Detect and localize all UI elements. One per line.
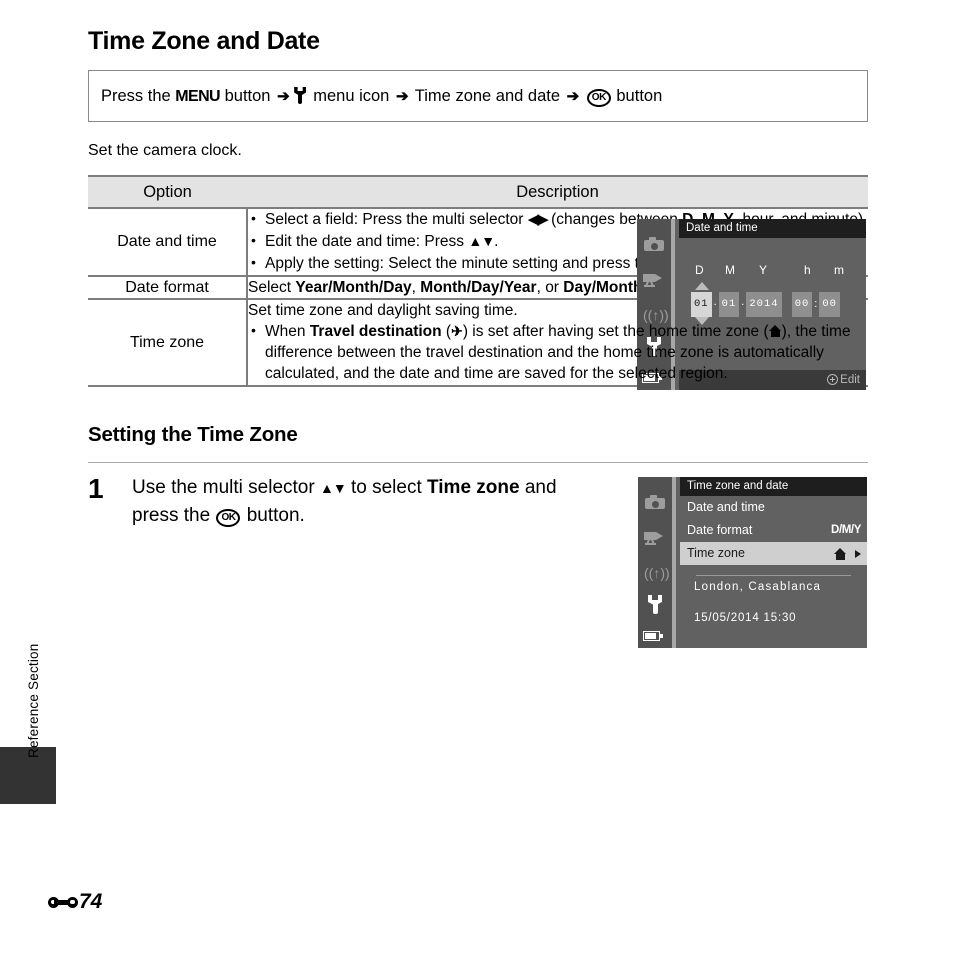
emphasis-text: Travel destination	[309, 323, 442, 340]
lcd-info-datetime: 15/05/2014 15:30	[694, 612, 797, 624]
page-number-value: 74	[79, 890, 103, 913]
left-right-arrows-icon: ◀▶	[527, 211, 549, 228]
table-header-row: Option Description	[88, 175, 868, 209]
lcd-menu-item-label: Time zone	[687, 546, 745, 560]
datetime-separator: .	[741, 296, 745, 308]
up-down-arrows-icon: ▲▼	[319, 480, 347, 496]
wrench-icon	[294, 87, 307, 104]
side-rail: Reference Section 74	[0, 0, 102, 954]
wrench-icon	[638, 595, 672, 617]
lcd-menu-item-value-group	[834, 547, 861, 560]
page-title: Time Zone and Date	[88, 27, 320, 55]
lcd-menu-item[interactable]: Date and time	[680, 496, 867, 519]
table-header-description: Description	[247, 175, 868, 209]
step-number: 1	[88, 473, 104, 504]
table-row-date-and-time: Date and time Select a field: Press the …	[88, 207, 868, 390]
option-label-date-format: Date format	[88, 275, 247, 300]
menu-path-text: Press the MENU button ➔ menu icon ➔ Time…	[101, 86, 663, 107]
lcd-menu-item-label: Date format	[687, 523, 753, 537]
lcd-menu-item-value: D/M/Y	[831, 524, 861, 536]
label-year: Y	[759, 263, 768, 277]
arrow-icon: ➔	[566, 87, 580, 105]
datetime-field-m[interactable]: 01	[718, 291, 740, 317]
lcd-menu-item[interactable]: Time zone	[680, 542, 867, 565]
page-content: Time Zone and Date Press the MENU button…	[88, 0, 868, 654]
step-1: 1 Use the multi selector ▲▼ to select Ti…	[88, 474, 868, 654]
option-label-date-and-time: Date and time	[88, 207, 247, 277]
datetime-field-y[interactable]: 2014	[746, 291, 782, 317]
label-hour: h	[804, 263, 812, 277]
lcd-title: Date and time	[679, 219, 866, 238]
bullet-item: When Travel destination (✈) is set after…	[251, 320, 868, 384]
label-day: D	[695, 263, 705, 277]
wifi-icon: ((↑))	[644, 565, 670, 581]
home-icon	[834, 547, 847, 560]
datetime-separator: :	[814, 297, 818, 310]
movie-icon	[637, 272, 671, 290]
camera-lcd-menu: ((↑)) Time zone and date Date and time Da…	[638, 477, 867, 648]
section-title: Setting the Time Zone	[88, 423, 298, 446]
section-divider	[88, 462, 868, 463]
table-header-option: Option	[88, 175, 247, 209]
battery-icon	[640, 629, 677, 644]
lcd-sidebar-menu: ((↑))	[638, 477, 676, 648]
camera-icon	[638, 495, 672, 512]
airplane-icon: ✈	[451, 323, 463, 339]
chevron-right-icon	[855, 549, 861, 558]
reference-section-icon	[48, 895, 78, 910]
up-down-arrows-icon: ▲▼	[468, 233, 495, 249]
increment-caret-icon[interactable]	[695, 282, 709, 290]
datetime-field-row[interactable]: 01. 01. 2014 00:00	[691, 291, 840, 317]
option-label-time-zone: Time zone	[88, 298, 247, 387]
datetime-separator: .	[713, 296, 717, 308]
movie-icon	[638, 530, 672, 548]
menu-button-label: MENU	[175, 87, 221, 105]
lcd-menu-item-value-group: D/M/Y	[831, 519, 861, 542]
lcd-screenshot-time-zone-menu: ((↑)) Time zone and date Date and time Da…	[638, 477, 867, 648]
intro-text: Set the camera clock.	[88, 142, 242, 159]
lcd-menu-item-label: Date and time	[687, 500, 765, 514]
description-date-and-time: Select a field: Press the multi selector…	[246, 207, 868, 390]
emphasis-text: Month/Day/Year	[420, 279, 537, 296]
arrow-icon: ➔	[395, 87, 409, 105]
label-month: M	[725, 263, 736, 277]
label-minute: m	[834, 263, 845, 277]
ok-button-icon: OK	[216, 509, 241, 527]
page-number: 74	[48, 890, 102, 914]
camera-icon	[637, 237, 671, 254]
lcd-menu-title: Time zone and date	[680, 477, 867, 496]
lcd-menu-list: Date and time Date format D/M/Y Time zone	[680, 496, 867, 565]
menu-path-box: Press the MENU button ➔ menu icon ➔ Time…	[88, 70, 868, 122]
home-icon	[768, 325, 782, 337]
options-table: Option Description Date and time Select …	[88, 175, 868, 390]
datetime-gap	[782, 292, 792, 313]
emphasis-text: Time zone	[427, 477, 520, 498]
arrow-icon: ➔	[277, 87, 290, 105]
step-instruction-text: Use the multi selector ▲▼ to select Time…	[132, 477, 557, 527]
lcd-info-region: London, Casablanca	[694, 581, 822, 593]
ok-button-icon: OK	[586, 88, 611, 107]
lcd-menu-item[interactable]: Date format D/M/Y	[680, 519, 867, 542]
bullet-list-time-zone: When Travel destination (✈) is set after…	[248, 320, 868, 384]
datetime-field-d[interactable]: 01	[691, 291, 712, 317]
datetime-field-h[interactable]: 00	[791, 291, 813, 317]
section-name-label: Reference Section	[26, 643, 41, 758]
lcd-menu-stage: Date and time Date format D/M/Y Time zone L…	[680, 496, 867, 648]
emphasis-text: Year/Month/Day	[295, 279, 412, 296]
datetime-field-m[interactable]: 00	[819, 291, 840, 317]
